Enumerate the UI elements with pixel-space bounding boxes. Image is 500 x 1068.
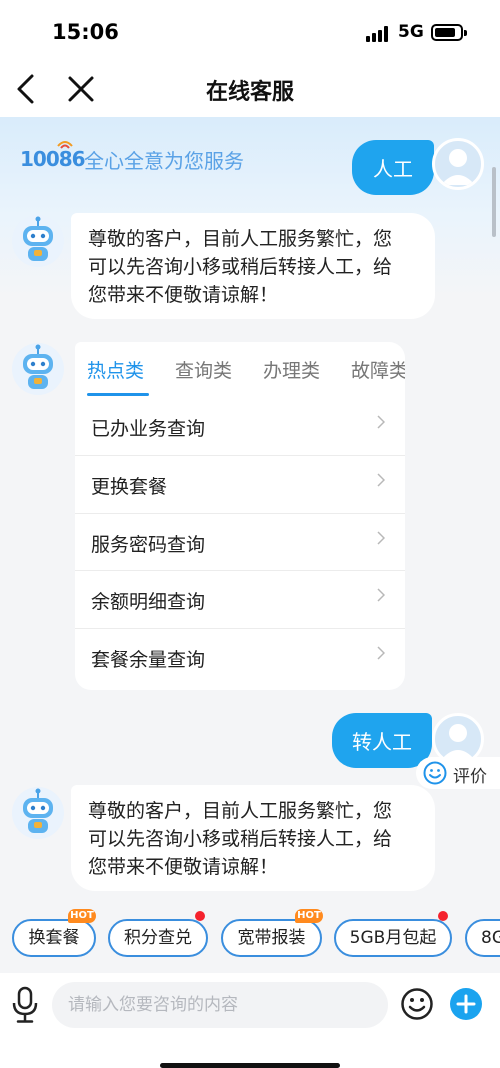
chevron-right-icon (377, 473, 385, 487)
robot-icon (23, 788, 53, 833)
user-avatar-icon (441, 149, 475, 185)
message-input[interactable] (52, 982, 388, 1028)
status-bar: 15:06 5G (0, 0, 500, 62)
chevron-right-icon (377, 588, 385, 602)
smile-icon (423, 761, 447, 785)
menu-item-label: 余额明细查询 (91, 591, 206, 613)
chip-change-plan[interactable]: 换套餐 (12, 919, 96, 957)
chat-area[interactable]: 10086 全心全意为您服务 人工 尊敬的客户，目前人工服务繁忙，您 可以先咨询… (0, 117, 500, 907)
bot-message-line: 可以先咨询小移或稍后转接人工，给 (88, 828, 393, 850)
bot-message-line: 尊敬的客户，目前人工服务繁忙，您 (88, 228, 393, 250)
chat-scrollbar[interactable] (492, 167, 496, 237)
rating-button[interactable]: 评价 (416, 757, 500, 789)
chip-broadband-install[interactable]: 宽带报装 (221, 919, 322, 957)
chevron-right-icon (377, 646, 385, 660)
menu-item-label: 已办业务查询 (91, 418, 206, 440)
red-dot-badge (195, 911, 205, 921)
menu-item-balance-detail[interactable]: 余额明细查询 (75, 570, 405, 627)
user-message-bubble: 转人工 (332, 713, 432, 768)
chip-8g[interactable]: 8G (465, 919, 500, 957)
hot-badge: HOT (68, 909, 96, 923)
tab-fault[interactable]: 故障类 (351, 356, 405, 383)
home-indicator (160, 1063, 340, 1068)
battery-icon (431, 24, 467, 41)
network-type: 5G (398, 22, 424, 42)
active-tab-indicator (87, 393, 149, 396)
rating-label: 评价 (453, 767, 487, 787)
bot-message-line: 您带来不便敬请谅解！ (88, 856, 279, 878)
user-message-bubble: 人工 (352, 140, 434, 195)
microphone-icon[interactable] (10, 986, 40, 1024)
menu-item-label: 服务密码查询 (91, 534, 206, 556)
bot-message-line: 尊敬的客户，目前人工服务繁忙，您 (88, 800, 393, 822)
hot-badge: HOT (295, 909, 323, 923)
menu-item-handled-business[interactable]: 已办业务查询 (75, 398, 405, 455)
wifi-icon (57, 141, 73, 149)
emoji-icon[interactable] (400, 987, 434, 1021)
robot-icon (23, 344, 53, 389)
bot-avatar (12, 787, 64, 839)
faq-tabs: 热点类 查询类 办理类 故障类 (75, 342, 405, 398)
menu-item-label: 更换套餐 (91, 476, 168, 498)
status-time: 15:06 (52, 20, 119, 44)
plus-icon (456, 994, 476, 1014)
bot-avatar (12, 343, 64, 395)
brand-logo: 10086 (20, 147, 86, 171)
brand-slogan: 全心全意为您服务 (84, 149, 244, 173)
menu-item-plan-remaining[interactable]: 套餐余量查询 (75, 628, 405, 685)
tab-handle[interactable]: 办理类 (263, 356, 320, 383)
user-avatar (432, 138, 484, 190)
add-button[interactable] (450, 988, 482, 1020)
menu-item-label: 套餐余量查询 (91, 649, 206, 671)
bot-message-line: 可以先咨询小移或稍后转接人工，给 (88, 256, 393, 278)
faq-menu-card: 热点类 查询类 办理类 故障类 已办业务查询 更换套餐 服务密码查询 余额明细查… (75, 342, 405, 690)
bot-message-bubble: 尊敬的客户，目前人工服务繁忙，您 可以先咨询小移或稍后转接人工，给 您带来不便敬… (71, 785, 435, 891)
robot-icon (23, 216, 53, 261)
bot-message-bubble: 尊敬的客户，目前人工服务繁忙，您 可以先咨询小移或稍后转接人工，给 您带来不便敬… (71, 213, 435, 319)
user-avatar-icon (441, 724, 475, 760)
chevron-right-icon (377, 415, 385, 429)
chip-points-redeem[interactable]: 积分查兑 (108, 919, 208, 957)
quick-chips-row[interactable]: 换套餐 HOT 积分查兑 宽带报装 HOT 5GB月包起 8G (0, 907, 500, 973)
chip-5gb-monthly-pack[interactable]: 5GB月包起 (334, 919, 452, 957)
tab-hot[interactable]: 热点类 (87, 356, 144, 383)
red-dot-badge (438, 911, 448, 921)
menu-item-change-plan[interactable]: 更换套餐 (75, 455, 405, 512)
menu-item-service-password[interactable]: 服务密码查询 (75, 513, 405, 570)
tab-query[interactable]: 查询类 (175, 356, 232, 383)
input-bar (0, 973, 500, 1068)
bot-message-line: 您带来不便敬请谅解！ (88, 284, 279, 306)
bot-avatar (12, 215, 64, 267)
nav-bar: 在线客服 (0, 62, 500, 117)
chevron-right-icon (377, 531, 385, 545)
signal-icon (366, 26, 390, 42)
page-title: 在线客服 (205, 80, 294, 105)
